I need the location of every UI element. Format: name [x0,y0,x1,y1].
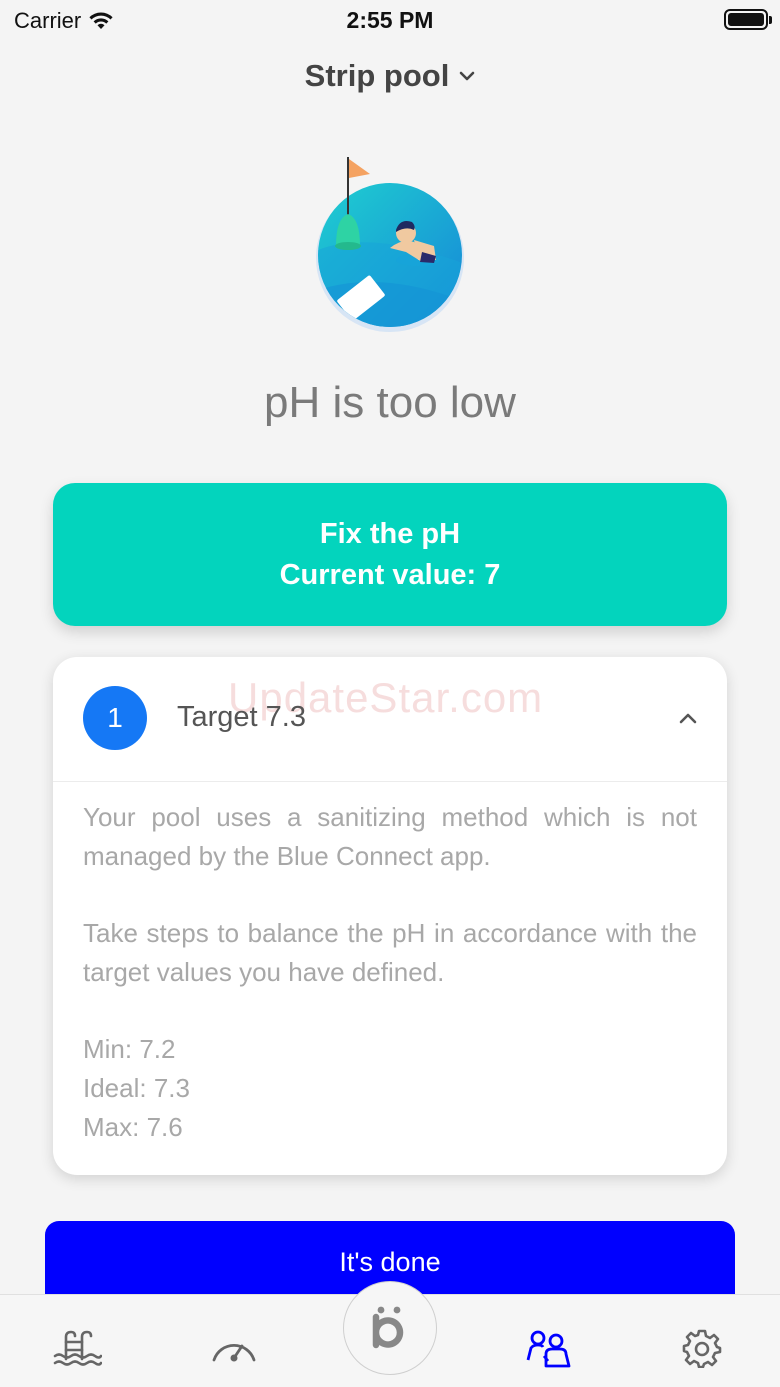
battery-icon [724,9,772,30]
chevron-down-icon [460,71,475,81]
step-title: Target 7.3 [177,701,306,733]
fix-button-title: Fix the pH [319,517,461,550]
step-card-header[interactable]: UpdateStar.com 1 Target 7.3 [53,657,727,782]
target-max: Max: 7.6 [83,1112,183,1142]
step-card-body: Your pool uses a sanitizing method which… [83,798,697,1147]
gauge-icon [212,1344,256,1362]
guidance-people-icon [526,1330,571,1368]
fix-ph-button[interactable]: Fix the pH Current value: 7 [53,483,727,626]
status-bar: Carrier 2:55 PM [0,0,780,40]
chevron-up-icon[interactable] [677,707,699,729]
step-description-1: Your pool uses a sanitizing method which… [83,802,697,871]
step-description-2: Take steps to balance the pH in accordan… [83,918,697,987]
tab-settings[interactable] [674,1325,730,1371]
pool-ladder-icon [53,1330,102,1366]
fix-button-current-value: Current value: 7 [279,558,501,591]
tab-pool[interactable] [49,1325,105,1371]
pool-name: Strip pool [304,58,450,93]
alert-headline: pH is too low [264,378,516,427]
target-min: Min: 7.2 [83,1034,176,1064]
tab-home-blue[interactable] [343,1281,437,1375]
blue-logo-icon [372,1306,404,1349]
step-number-badge: 1 [83,686,147,750]
swimmer-illustration [316,157,464,332]
status-time: 2:55 PM [346,7,434,33]
pool-selector[interactable]: Strip pool [0,58,780,94]
target-ideal: Ideal: 7.3 [83,1073,190,1103]
step-card: UpdateStar.com 1 Target 7.3 Your pool us… [53,657,727,1175]
gear-icon [682,1329,722,1368]
tab-guidance[interactable] [520,1325,576,1371]
tab-measures[interactable] [206,1325,262,1371]
